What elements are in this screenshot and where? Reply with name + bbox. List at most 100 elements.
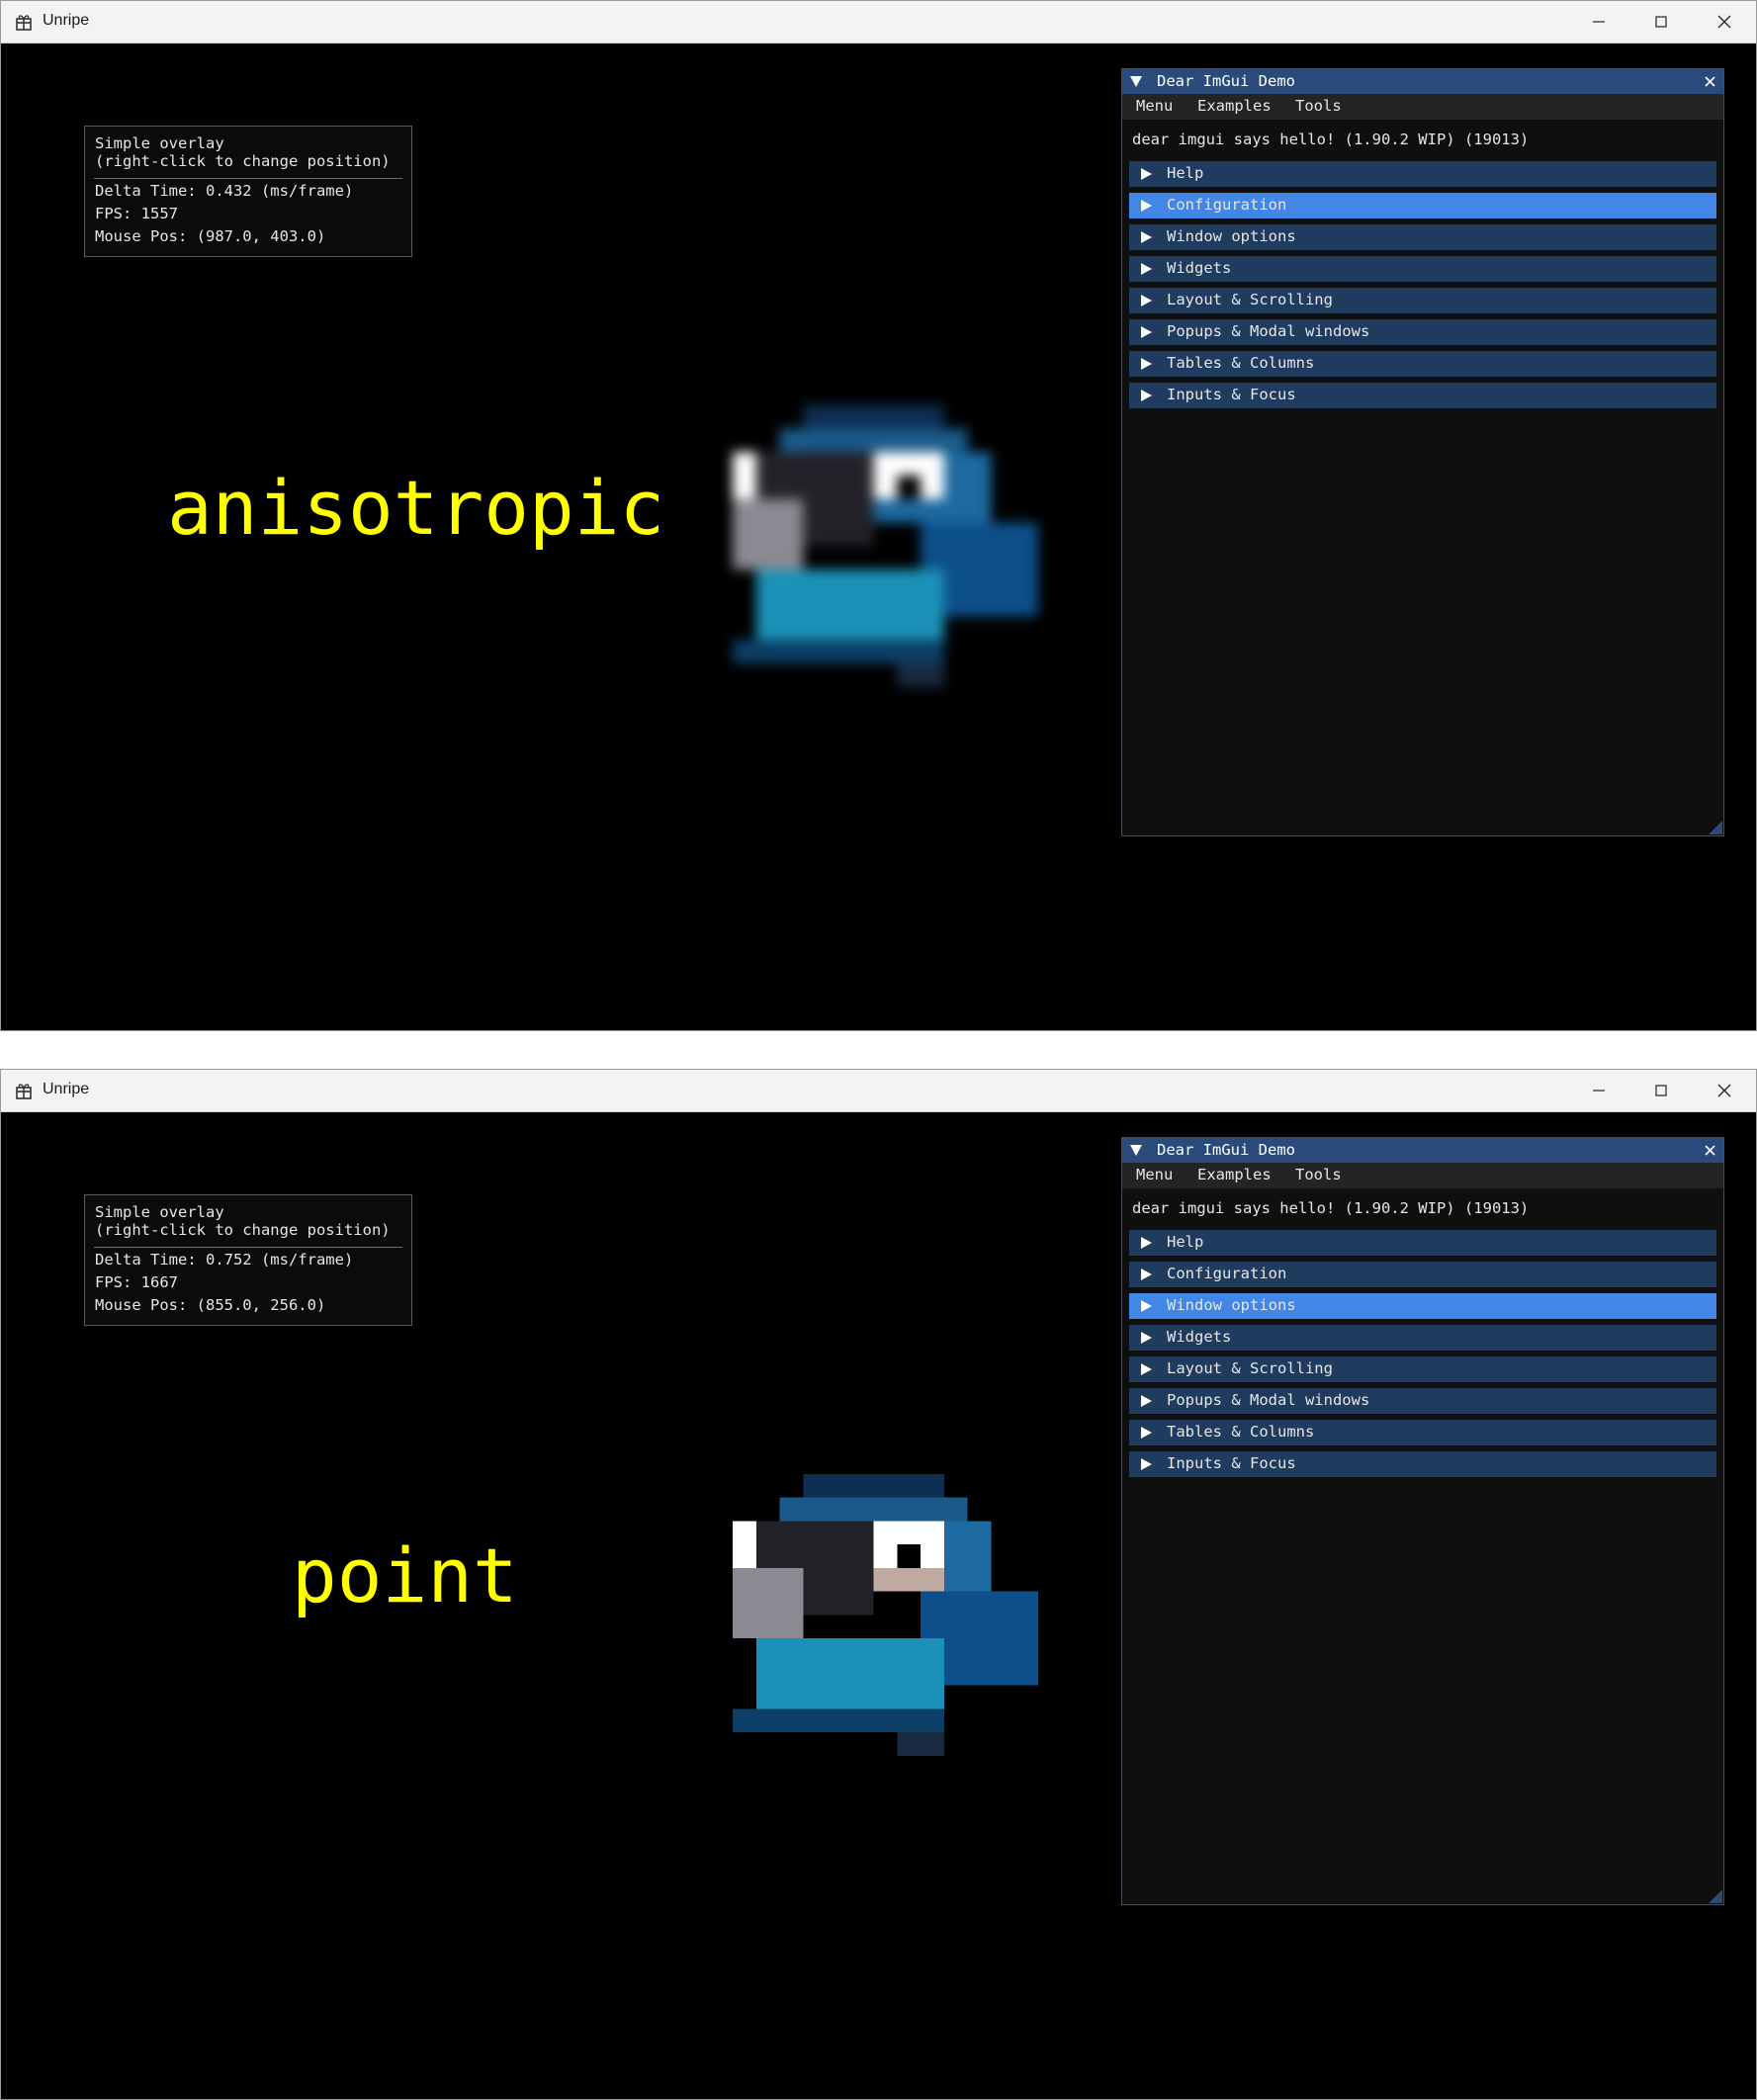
tree-arrow-icon <box>1141 1458 1152 1470</box>
resize-grip-icon[interactable] <box>1709 821 1722 834</box>
header-inputs-focus[interactable]: Inputs & Focus <box>1129 1451 1716 1477</box>
menu-tools[interactable]: Tools <box>1295 97 1342 115</box>
overlay-fps: FPS: 1557 <box>95 205 178 222</box>
filter-mode-label: anisotropic <box>167 464 665 552</box>
header-tables-columns[interactable]: Tables & Columns <box>1129 351 1716 377</box>
filter-mode-label: point <box>292 1531 518 1619</box>
maximize-button[interactable] <box>1630 1 1692 43</box>
maximize-button[interactable] <box>1630 1070 1692 1111</box>
tree-arrow-icon <box>1141 263 1152 275</box>
minimize-icon <box>1593 21 1605 23</box>
minimize-button[interactable] <box>1568 1070 1629 1111</box>
overlay-fps: FPS: 1667 <box>95 1273 178 1291</box>
header-help[interactable]: Help <box>1129 161 1716 187</box>
maximize-icon <box>1655 1085 1667 1096</box>
header-layout-scrolling[interactable]: Layout & Scrolling <box>1129 288 1716 313</box>
tree-arrow-icon <box>1141 1332 1152 1344</box>
overlay-title: Simple overlay <box>95 134 224 152</box>
header-label: Tables & Columns <box>1167 1423 1315 1441</box>
tree-arrow-icon <box>1141 200 1152 212</box>
tree-arrow-icon <box>1141 1237 1152 1249</box>
menu-menu[interactable]: Menu <box>1136 97 1173 115</box>
menu-tools[interactable]: Tools <box>1295 1166 1342 1183</box>
app-window-anisotropic: Unripe Simple overlay (right-click to ch… <box>0 0 1757 1031</box>
header-configuration[interactable]: Configuration <box>1129 193 1716 219</box>
header-configuration[interactable]: Configuration <box>1129 1262 1716 1287</box>
menu-examples[interactable]: Examples <box>1197 1166 1272 1183</box>
render-viewport[interactable]: Simple overlay (right-click to change po… <box>1 1112 1756 2099</box>
header-label: Popups & Modal windows <box>1167 322 1370 340</box>
close-icon <box>1717 15 1731 29</box>
header-label: Popups & Modal windows <box>1167 1391 1370 1409</box>
window-titlebar[interactable]: Unripe <box>1 1070 1756 1112</box>
header-popups-modal[interactable]: Popups & Modal windows <box>1129 319 1716 345</box>
demo-hello-text: dear imgui says hello! (1.90.2 WIP) (190… <box>1132 131 1530 148</box>
parrot-sprite-pixelated <box>733 1450 1108 1826</box>
demo-titlebar[interactable]: Dear ImGui Demo <box>1122 69 1723 94</box>
header-help[interactable]: Help <box>1129 1230 1716 1256</box>
minimize-button[interactable] <box>1568 1 1629 43</box>
tree-arrow-icon <box>1141 231 1152 243</box>
tree-arrow-icon <box>1141 168 1152 180</box>
overlay-separator <box>94 178 402 179</box>
close-icon[interactable] <box>1704 75 1716 88</box>
maximize-icon <box>1655 16 1667 28</box>
minimize-icon <box>1593 1090 1605 1092</box>
overlay-title: Simple overlay <box>95 1203 224 1221</box>
close-icon[interactable] <box>1704 1144 1716 1157</box>
tree-arrow-icon <box>1141 1395 1152 1407</box>
header-label: Window options <box>1167 1296 1296 1314</box>
overlay-separator <box>94 1247 402 1248</box>
header-label: Inputs & Focus <box>1167 1454 1296 1472</box>
header-popups-modal[interactable]: Popups & Modal windows <box>1129 1388 1716 1414</box>
close-button[interactable] <box>1694 1070 1755 1111</box>
close-icon <box>1717 1084 1731 1097</box>
header-layout-scrolling[interactable]: Layout & Scrolling <box>1129 1356 1716 1382</box>
menu-menu[interactable]: Menu <box>1136 1166 1173 1183</box>
header-label: Help <box>1167 164 1204 182</box>
header-window-options[interactable]: Window options <box>1129 1293 1716 1319</box>
header-label: Configuration <box>1167 1265 1287 1282</box>
header-label: Window options <box>1167 227 1296 245</box>
render-viewport[interactable]: Simple overlay (right-click to change po… <box>1 44 1756 1030</box>
header-label: Configuration <box>1167 196 1287 214</box>
tree-arrow-icon <box>1141 295 1152 306</box>
imgui-demo-window[interactable]: Dear ImGui Demo Menu Examples Tools dear… <box>1121 68 1724 836</box>
header-inputs-focus[interactable]: Inputs & Focus <box>1129 383 1716 408</box>
demo-titlebar[interactable]: Dear ImGui Demo <box>1122 1138 1723 1163</box>
collapse-triangle-icon[interactable] <box>1130 76 1142 87</box>
header-widgets[interactable]: Widgets <box>1129 256 1716 282</box>
header-tables-columns[interactable]: Tables & Columns <box>1129 1420 1716 1445</box>
close-button[interactable] <box>1694 1 1755 43</box>
app-window-point: Unripe Simple overlay (right-click to ch… <box>0 1069 1757 2100</box>
tree-arrow-icon <box>1141 1427 1152 1439</box>
simple-overlay[interactable]: Simple overlay (right-click to change po… <box>84 126 412 257</box>
gift-box-icon <box>16 1084 32 1099</box>
window-title: Unripe <box>43 1081 90 1097</box>
window-titlebar[interactable]: Unripe <box>1 1 1756 44</box>
parrot-sprite-blurred <box>733 382 1108 757</box>
collapse-triangle-icon[interactable] <box>1130 1145 1142 1156</box>
demo-menubar: Menu Examples Tools <box>1122 1163 1723 1188</box>
header-label: Tables & Columns <box>1167 354 1315 372</box>
demo-hello-text: dear imgui says hello! (1.90.2 WIP) (190… <box>1132 1199 1530 1217</box>
simple-overlay[interactable]: Simple overlay (right-click to change po… <box>84 1194 412 1326</box>
gift-box-icon <box>16 15 32 31</box>
overlay-hint: (right-click to change position) <box>95 1221 391 1239</box>
tree-arrow-icon <box>1141 1300 1152 1312</box>
overlay-mouse-pos: Mouse Pos: (855.0, 256.0) <box>95 1296 326 1314</box>
overlay-delta-time: Delta Time: 0.432 (ms/frame) <box>95 182 354 200</box>
header-label: Widgets <box>1167 259 1232 277</box>
resize-grip-icon[interactable] <box>1709 1889 1722 1903</box>
header-window-options[interactable]: Window options <box>1129 224 1716 250</box>
imgui-demo-window[interactable]: Dear ImGui Demo Menu Examples Tools dear… <box>1121 1137 1724 1905</box>
window-title: Unripe <box>43 12 90 29</box>
overlay-mouse-pos: Mouse Pos: (987.0, 403.0) <box>95 227 326 245</box>
header-label: Help <box>1167 1233 1204 1251</box>
header-label: Layout & Scrolling <box>1167 291 1333 308</box>
demo-title: Dear ImGui Demo <box>1157 1141 1295 1159</box>
header-label: Inputs & Focus <box>1167 386 1296 403</box>
header-widgets[interactable]: Widgets <box>1129 1325 1716 1351</box>
overlay-hint: (right-click to change position) <box>95 152 391 170</box>
menu-examples[interactable]: Examples <box>1197 97 1272 115</box>
